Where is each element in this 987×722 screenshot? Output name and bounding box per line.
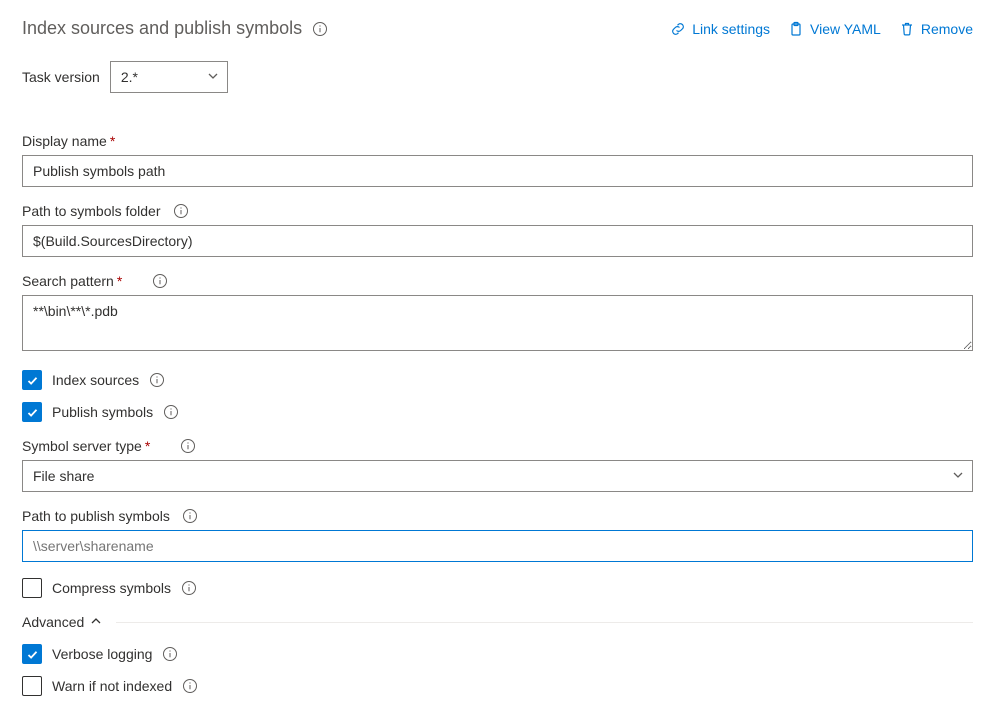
info-icon[interactable] xyxy=(180,438,196,454)
warn-if-not-indexed-checkbox[interactable] xyxy=(22,676,42,696)
symbols-folder-label: Path to symbols folder xyxy=(22,203,973,219)
clipboard-icon xyxy=(788,21,804,37)
publish-path-input[interactable] xyxy=(22,530,973,562)
verbose-logging-checkbox[interactable] xyxy=(22,644,42,664)
warn-if-not-indexed-label[interactable]: Warn if not indexed xyxy=(52,678,198,694)
task-version-select[interactable]: 2.* xyxy=(110,61,228,93)
compress-symbols-row: Compress symbols xyxy=(22,578,973,598)
symbols-folder-group: Path to symbols folder xyxy=(22,203,973,257)
advanced-section-header[interactable]: Advanced xyxy=(22,614,973,630)
view-yaml-label: View YAML xyxy=(810,21,881,37)
publish-symbols-label[interactable]: Publish symbols xyxy=(52,404,179,420)
trash-icon xyxy=(899,21,915,37)
display-name-input[interactable] xyxy=(22,155,973,187)
search-pattern-group: Search pattern* xyxy=(22,273,973,354)
warn-if-not-indexed-row: Warn if not indexed xyxy=(22,676,973,696)
search-pattern-label: Search pattern* xyxy=(22,273,973,289)
symbol-server-type-group: Symbol server type* File share xyxy=(22,438,973,492)
page-title: Index sources and publish symbols xyxy=(22,18,328,39)
display-name-label: Display name* xyxy=(22,133,973,149)
info-icon[interactable] xyxy=(312,21,328,37)
view-yaml-button[interactable]: View YAML xyxy=(788,21,881,37)
publish-symbols-row: Publish symbols xyxy=(22,402,973,422)
link-settings-label: Link settings xyxy=(692,21,770,37)
display-name-group: Display name* xyxy=(22,133,973,187)
link-settings-button[interactable]: Link settings xyxy=(670,21,770,37)
remove-label: Remove xyxy=(921,21,973,37)
page-title-text: Index sources and publish symbols xyxy=(22,18,302,39)
verbose-logging-row: Verbose logging xyxy=(22,644,973,664)
header-actions: Link settings View YAML Remove xyxy=(670,21,973,37)
advanced-title: Advanced xyxy=(22,614,84,630)
info-icon[interactable] xyxy=(163,404,179,420)
info-icon[interactable] xyxy=(149,372,165,388)
remove-button[interactable]: Remove xyxy=(899,21,973,37)
index-sources-label[interactable]: Index sources xyxy=(52,372,165,388)
required-marker: * xyxy=(145,438,150,454)
link-icon xyxy=(670,21,686,37)
search-pattern-input[interactable] xyxy=(22,295,973,351)
section-rule xyxy=(116,622,973,623)
chevron-up-icon xyxy=(90,614,102,630)
info-icon[interactable] xyxy=(152,273,168,289)
chevron-down-icon xyxy=(207,69,219,85)
task-version-label: Task version xyxy=(22,69,100,85)
verbose-logging-label[interactable]: Verbose logging xyxy=(52,646,178,662)
info-icon[interactable] xyxy=(173,203,189,219)
symbol-server-type-label: Symbol server type* xyxy=(22,438,973,454)
index-sources-row: Index sources xyxy=(22,370,973,390)
symbol-server-type-value: File share xyxy=(33,468,94,484)
header: Index sources and publish symbols Link s… xyxy=(22,18,973,39)
info-icon[interactable] xyxy=(182,508,198,524)
task-version-row: Task version 2.* xyxy=(22,61,973,93)
publish-path-group: Path to publish symbols xyxy=(22,508,973,562)
info-icon[interactable] xyxy=(181,580,197,596)
required-marker: * xyxy=(117,273,122,289)
compress-symbols-checkbox[interactable] xyxy=(22,578,42,598)
symbols-folder-input[interactable] xyxy=(22,225,973,257)
info-icon[interactable] xyxy=(182,678,198,694)
publish-path-label: Path to publish symbols xyxy=(22,508,973,524)
publish-symbols-checkbox[interactable] xyxy=(22,402,42,422)
symbol-server-type-select[interactable]: File share xyxy=(22,460,973,492)
required-marker: * xyxy=(110,133,115,149)
compress-symbols-label[interactable]: Compress symbols xyxy=(52,580,197,596)
info-icon[interactable] xyxy=(162,646,178,662)
index-sources-checkbox[interactable] xyxy=(22,370,42,390)
task-version-value: 2.* xyxy=(121,69,138,85)
chevron-down-icon xyxy=(952,468,964,484)
